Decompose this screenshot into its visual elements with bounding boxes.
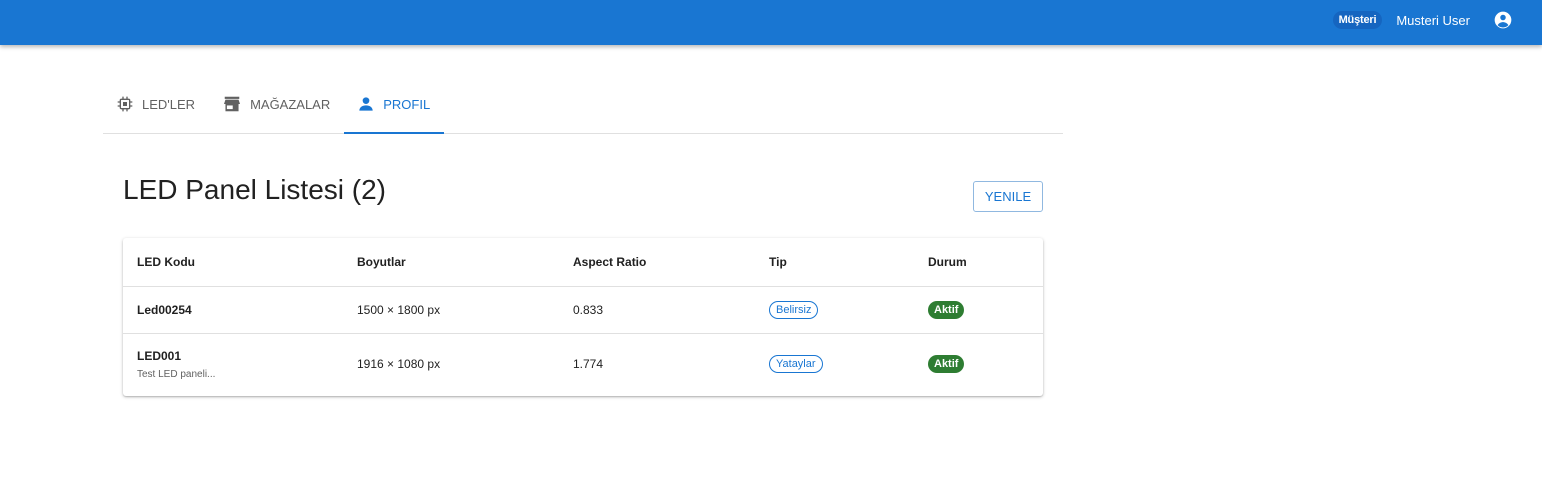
type-chip: Yataylar (769, 355, 823, 374)
cell-status: Aktif (914, 286, 1043, 334)
led-code: Led00254 (137, 302, 192, 317)
cell-status: Aktif (914, 333, 1043, 395)
led-panel-table: LED Kodu Boyutlar Aspect Ratio Tip Durum… (123, 238, 1043, 396)
column-header-aspect-ratio: Aspect Ratio (559, 238, 755, 287)
page-title: LED Panel Listesi (2) (123, 174, 387, 205)
table-header-row: LED Kodu Boyutlar Aspect Ratio Tip Durum (123, 238, 1043, 287)
chip-icon (117, 96, 133, 112)
status-badge: Aktif (928, 355, 965, 374)
cell-led-code: LED001 Test LED paneli... (123, 333, 343, 395)
cell-aspect-ratio: 1.774 (573, 357, 604, 372)
status-badge: Aktif (928, 300, 965, 319)
cell-dimensions: 1500 × 1800 px (343, 286, 559, 334)
user-name: Musteri User (1396, 12, 1470, 28)
tab-leds[interactable]: LED'LER (103, 75, 209, 133)
refresh-button[interactable]: YENILE (973, 181, 1043, 212)
appbar-user-area: Müşteri Musteri User (1332, 0, 1514, 40)
account-circle-icon[interactable] (1492, 9, 1514, 31)
column-header-status: Durum (914, 238, 1043, 287)
cell-type: Yataylar (755, 333, 914, 395)
store-icon (223, 96, 241, 112)
table-row[interactable]: LED001 Test LED paneli... 1916 × 1080 px… (123, 333, 1043, 395)
cell-aspect-ratio: 0.833 (559, 286, 755, 334)
table-row[interactable]: Led00254 1500 × 1800 px 0.833 Belirsiz A… (123, 286, 1043, 334)
column-header-type: Tip (755, 238, 914, 287)
column-header-dimensions: Boyutlar (343, 238, 559, 287)
main-tabs: LED'LER MAĞAZALAR PROFIL (103, 75, 1063, 134)
cell-dimensions: 1916 × 1080 px (357, 357, 441, 372)
column-header-led-code: LED Kodu (123, 238, 343, 287)
tab-leds-label: LED'LER (142, 96, 196, 112)
tab-profile[interactable]: PROFIL (344, 75, 445, 134)
tab-stores-label: MAĞAZALAR (250, 96, 331, 112)
tab-stores[interactable]: MAĞAZALAR (209, 75, 344, 133)
cell-led-code: Led00254 (123, 286, 343, 334)
type-chip: Belirsiz (769, 300, 819, 319)
led-description: Test LED paneli... (137, 368, 216, 380)
role-badge: Müşteri (1332, 11, 1383, 29)
person-icon (358, 96, 374, 112)
cell-type: Belirsiz (755, 286, 914, 334)
tab-profile-label: PROFIL (383, 96, 431, 112)
top-app-bar: Müşteri Musteri User (0, 0, 1542, 45)
led-code: LED001 (137, 348, 182, 363)
